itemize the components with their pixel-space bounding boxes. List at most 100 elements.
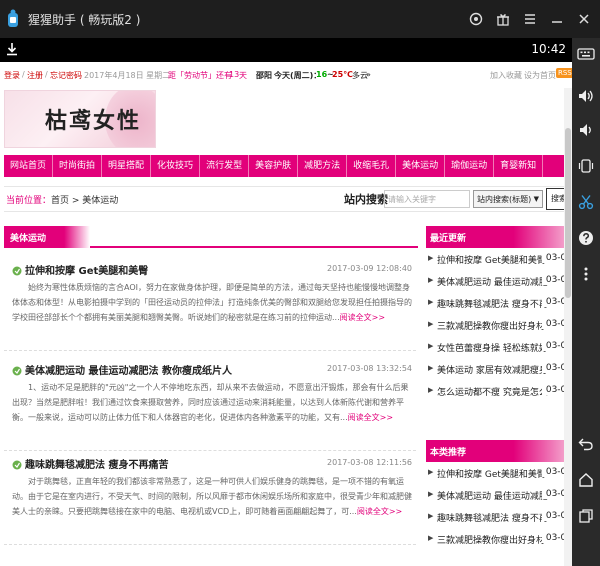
record-icon[interactable]: [464, 7, 488, 31]
search-input[interactable]: 请输入关键字: [384, 190, 470, 208]
nav-item-6[interactable]: 减肥方法: [298, 155, 348, 177]
shake-icon[interactable]: [576, 156, 596, 176]
list-item[interactable]: ▶ 拉伸和按摩 Get美腿和美臀 03-09: [426, 248, 572, 270]
list-arrow-icon: ▶: [428, 386, 434, 394]
search-type-select[interactable]: 站内搜索(标题) ▼: [473, 190, 543, 208]
list-item[interactable]: ▶ 女性芭蕾瘦身操 轻松练就好 03-07: [426, 336, 572, 358]
read-more-link[interactable]: 阅读全文>>: [357, 507, 402, 516]
scrollbar-thumb[interactable]: [565, 128, 571, 298]
recommend-list: ▶ 拉伸和按摩 Get美腿和美臀 03-09 ▶ 美体减肥运动 最佳运动减肥 03-08 ▶…: [426, 462, 572, 550]
register-link[interactable]: 注册: [27, 70, 43, 81]
list-item-title: 趣味跳舞毯减肥法 瘦身不再: [437, 300, 548, 310]
nav-item-9[interactable]: 瑜伽运动: [445, 155, 495, 177]
list-arrow-icon: ▶: [428, 320, 434, 328]
countdown-prefix: 距「劳动节」还有: [168, 71, 232, 80]
window-controls: [461, 0, 596, 38]
nav-item-5[interactable]: 美容护肤: [249, 155, 299, 177]
sep-1: /: [22, 70, 25, 79]
recent-apps-icon[interactable]: [576, 506, 596, 526]
section-header: 美体运动: [4, 226, 418, 248]
recent-updates-title: 最近更新: [426, 226, 572, 248]
top-info-bar: 登录 / 注册 / 忘记密码 2017年4月18日 星期二 距「劳动节」还有 1…: [0, 62, 572, 88]
list-item[interactable]: ▶ 趣味跳舞毯减肥法 瘦身不再 03-08: [426, 292, 572, 314]
list-item[interactable]: ▶ 美体减肥运动 最佳运动减肥 03-08: [426, 484, 572, 506]
add-favorite-link[interactable]: 加入收藏: [490, 70, 522, 81]
article-divider: [4, 450, 416, 451]
window-titlebar: 猩猩助手 ( 畅玩版2 ): [0, 0, 600, 38]
list-arrow-icon: ▶: [428, 468, 434, 476]
article-date: 2017-03-08 12:11:56: [327, 458, 412, 467]
list-item-title: 美体减肥运动 最佳运动减肥: [437, 492, 548, 502]
article-divider: [4, 350, 416, 351]
nav-item-8[interactable]: 美体运动: [396, 155, 446, 177]
android-statusbar: 10:42: [0, 38, 572, 62]
nav-item-0[interactable]: 网站首页: [4, 155, 54, 177]
read-more-link[interactable]: 阅读全文>>: [340, 313, 385, 322]
search-label: 站内搜索: [344, 193, 388, 206]
minimize-icon[interactable]: [545, 7, 569, 31]
rss-badge[interactable]: RSS: [556, 68, 572, 78]
app-logo-icon: [8, 9, 18, 27]
article-date: 2017-03-08 13:32:54: [327, 364, 412, 373]
list-item[interactable]: ▶ 趣味跳舞毯减肥法 瘦身不再 03-08: [426, 506, 572, 528]
list-item-title: 三款减肥操教你瘦出好身材: [437, 536, 546, 546]
back-icon[interactable]: [576, 434, 596, 454]
nav-item-10[interactable]: 育婴新知: [494, 155, 544, 177]
page-scrollbar[interactable]: [564, 88, 572, 566]
screenshot-icon[interactable]: [576, 192, 596, 212]
nav-item-2[interactable]: 明星搭配: [102, 155, 152, 177]
list-arrow-icon: ▶: [428, 534, 434, 542]
article-item: 美体减肥运动 最佳运动减肥法 教你瘦成纸片人 2017-03-08 13:32:5…: [4, 362, 416, 452]
list-item[interactable]: ▶ 三款减肥操教你瘦出好身材 03-07: [426, 528, 572, 550]
list-item[interactable]: ▶ 怎么运动都不瘦 究竟是怎么 03-06: [426, 380, 572, 402]
list-item-title: 三款减肥操教你瘦出好身材: [437, 322, 546, 332]
webpage: 登录 / 注册 / 忘记密码 2017年4月18日 星期二 距「劳动节」还有 1…: [0, 62, 572, 566]
list-item-title: 美体运动 家居有效减肥瘦身: [437, 366, 548, 376]
emulator-window: 猩猩助手 ( 畅玩版2 ) 10:42 登录 / 注册 / 忘记密码 2017年…: [0, 0, 600, 566]
list-item[interactable]: ▶ 拉伸和按摩 Get美腿和美臀 03-09: [426, 462, 572, 484]
list-arrow-icon: ▶: [428, 342, 434, 350]
login-link[interactable]: 登录: [4, 70, 20, 81]
breadcrumb: 当前位置：首页 > 美体运动: [6, 193, 118, 206]
set-homepage-link[interactable]: 设为首页: [524, 70, 556, 81]
home-icon[interactable]: [576, 470, 596, 490]
list-arrow-icon: ▶: [428, 276, 434, 284]
recent-updates-list: ▶ 拉伸和按摩 Get美腿和美臀 03-09 ▶ 美体减肥运动 最佳运动减肥 03-08 ▶…: [426, 248, 572, 402]
article-title[interactable]: 美体减肥运动 最佳运动减肥法 教你瘦成纸片人: [12, 362, 232, 377]
breadcrumb-path[interactable]: 首页 > 美体运动: [51, 196, 118, 206]
status-clock: 10:42: [531, 42, 566, 56]
article-title[interactable]: 拉伸和按摩 Get美腿和美臀: [12, 262, 148, 277]
list-item[interactable]: ▶ 美体运动 家居有效减肥瘦身 03-06: [426, 358, 572, 380]
nav-item-1[interactable]: 时尚街拍: [53, 155, 103, 177]
volume-down-icon[interactable]: [576, 120, 596, 140]
article-summary-text: 对于跳舞毯，正直年轻的我们都该非常熟悉了，这是一种可供人们娱乐健身的跳舞毯，是一…: [12, 477, 412, 516]
nav-item-3[interactable]: 化妆技巧: [151, 155, 201, 177]
site-logo-banner[interactable]: 枯鸢女性: [4, 90, 156, 148]
list-item[interactable]: ▶ 美体减肥运动 最佳运动减肥 03-08: [426, 270, 572, 292]
list-arrow-icon: ▶: [428, 512, 434, 520]
article-title[interactable]: 趣味跳舞毯减肥法 瘦身不再痛苦: [12, 456, 168, 471]
recent-updates-box: 最近更新 ▶ 拉伸和按摩 Get美腿和美臀 03-09 ▶ 美体减肥运动 最佳运动减肥 0…: [426, 226, 572, 402]
article-summary: 1、运动不足是肥胖的"元凶"之一个人不停地吃东西，却从来不去做运动，不愿意出汗锻…: [12, 380, 412, 425]
chevron-down-icon: ▼: [533, 195, 539, 203]
countdown-days: 13: [229, 70, 240, 79]
breadcrumb-label: 当前位置：: [6, 196, 52, 206]
menu-icon[interactable]: [518, 7, 542, 31]
nav-item-4[interactable]: 流行发型: [200, 155, 250, 177]
keyboard-icon[interactable]: [576, 44, 596, 64]
countdown-suffix: 天: [239, 71, 247, 80]
weather-more-link[interactable]: »: [366, 70, 371, 79]
help-icon[interactable]: [576, 228, 596, 248]
read-more-link[interactable]: 阅读全文>>: [348, 413, 393, 422]
more-icon[interactable]: [576, 264, 596, 284]
volume-up-icon[interactable]: [576, 86, 596, 106]
list-item-title: 女性芭蕾瘦身操 轻松练就好: [437, 344, 548, 354]
download-icon: [7, 43, 17, 56]
list-arrow-icon: ▶: [428, 298, 434, 306]
close-icon[interactable]: [572, 7, 596, 31]
list-item-title: 怎么运动都不瘦 究竟是怎么: [437, 388, 548, 398]
gift-icon[interactable]: [491, 7, 515, 31]
forgot-password-link[interactable]: 忘记密码: [50, 70, 82, 81]
nav-item-7[interactable]: 收缩毛孔: [347, 155, 397, 177]
list-item[interactable]: ▶ 三款减肥操教你瘦出好身材 03-07: [426, 314, 572, 336]
